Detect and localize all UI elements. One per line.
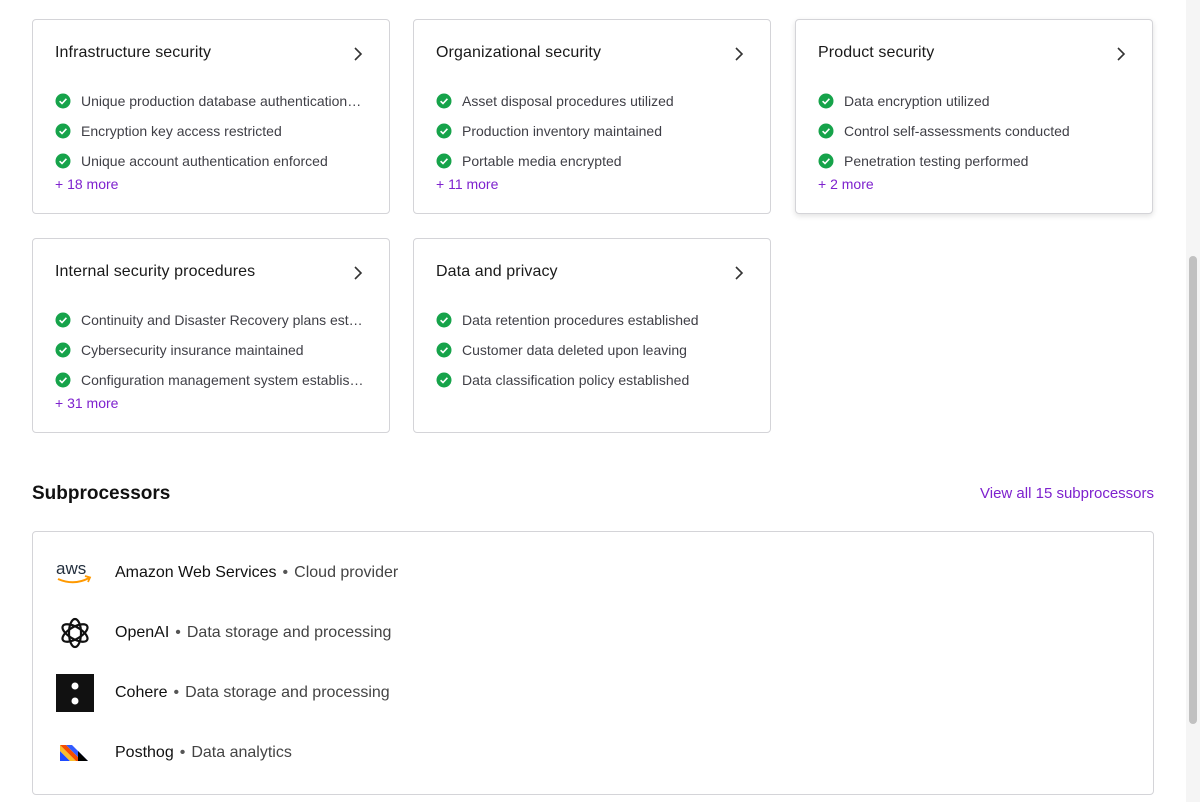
- check-circle-icon: [55, 372, 71, 388]
- check-circle-icon: [55, 312, 71, 328]
- subprocessor-description: Data storage and processing: [185, 684, 390, 701]
- subprocessor-name: Cohere: [115, 684, 168, 701]
- more-link[interactable]: + 11 more: [436, 176, 498, 192]
- check-circle-icon: [436, 93, 452, 109]
- subprocessors-list: aws Amazon Web Services • Cloud provider…: [32, 531, 1154, 795]
- list-item: Portable media encrypted: [436, 146, 752, 176]
- card-internal-security-procedures[interactable]: Internal security procedures Continuity …: [32, 238, 390, 433]
- card-infrastructure-security[interactable]: Infrastructure security Unique productio…: [32, 19, 390, 214]
- check-circle-icon: [55, 342, 71, 358]
- card-title: Organizational security: [436, 44, 602, 61]
- subprocessor-name: OpenAI: [115, 624, 170, 641]
- list-item-label: Penetration testing performed: [844, 153, 1029, 169]
- subprocessor-name: Amazon Web Services: [115, 564, 277, 581]
- cohere-logo-icon: [55, 673, 95, 713]
- card-product-security[interactable]: Product security Data encryption utilize…: [795, 19, 1153, 214]
- subprocessor-description: Data analytics: [191, 744, 292, 761]
- list-item-label: Data retention procedures established: [462, 312, 699, 328]
- svg-text:aws: aws: [56, 559, 86, 578]
- subprocessor-row-openai: OpenAI • Data storage and processing: [55, 613, 391, 653]
- list-item: Unique production database authenticatio…: [55, 86, 371, 116]
- chevron-right-icon: [1117, 47, 1126, 61]
- list-item: Control self-assessments conducted: [818, 116, 1134, 146]
- list-item: Data retention procedures established: [436, 305, 752, 335]
- scrollbar-thumb[interactable]: [1189, 256, 1197, 724]
- list-item-label: Control self-assessments conducted: [844, 123, 1070, 139]
- card-title: Infrastructure security: [55, 44, 212, 61]
- check-list: Continuity and Disaster Recovery plans e…: [55, 305, 371, 395]
- aws-logo-icon: aws: [55, 553, 95, 593]
- check-circle-icon: [436, 123, 452, 139]
- list-item: Production inventory maintained: [436, 116, 752, 146]
- card-title: Internal security procedures: [55, 263, 256, 280]
- chevron-right-icon: [735, 266, 744, 280]
- separator: •: [179, 744, 186, 761]
- list-item: Data encryption utilized: [818, 86, 1134, 116]
- list-item-label: Unique account authentication enforced: [81, 153, 328, 169]
- check-list: Data encryption utilized Control self-as…: [818, 86, 1134, 176]
- section-heading: Subprocessors: [32, 483, 171, 504]
- check-circle-icon: [818, 123, 834, 139]
- list-item-label: Production inventory maintained: [462, 123, 663, 139]
- list-item: Configuration management system establis…: [55, 365, 371, 395]
- subprocessor-description: Data storage and processing: [186, 624, 392, 641]
- list-item: Cybersecurity insurance maintained: [55, 335, 371, 365]
- subprocessor-name: Posthog: [115, 744, 174, 761]
- check-circle-icon: [436, 153, 452, 169]
- check-circle-icon: [818, 153, 834, 169]
- posthog-logo-icon: [55, 733, 95, 773]
- card-data-and-privacy[interactable]: Data and privacy Data retention procedur…: [413, 238, 771, 433]
- list-item-label: Cybersecurity insurance maintained: [81, 342, 304, 358]
- check-list: Asset disposal procedures utilized Produ…: [436, 86, 752, 176]
- check-circle-icon: [436, 342, 452, 358]
- list-item: Customer data deleted upon leaving: [436, 335, 752, 365]
- view-all-subprocessors-link[interactable]: View all 15 subprocessors: [980, 485, 1154, 502]
- list-item: Encryption key access restricted: [55, 116, 371, 146]
- list-item-label: Data classification policy established: [462, 372, 690, 388]
- card-title: Data and privacy: [436, 263, 558, 280]
- subprocessor-description: Cloud provider: [294, 564, 399, 581]
- list-item: Data classification policy established: [436, 365, 752, 395]
- separator: •: [175, 624, 181, 641]
- check-circle-icon: [436, 372, 452, 388]
- check-list: Data retention procedures established Cu…: [436, 305, 752, 395]
- check-list: Unique production database authenticatio…: [55, 86, 371, 176]
- subprocessor-row-aws: aws Amazon Web Services • Cloud provider: [55, 553, 398, 593]
- card-title: Product security: [818, 44, 935, 61]
- separator: •: [282, 564, 289, 581]
- list-item: Unique account authentication enforced: [55, 146, 371, 176]
- list-item: Penetration testing performed: [818, 146, 1134, 176]
- check-circle-icon: [55, 153, 71, 169]
- subprocessor-row-cohere: Cohere • Data storage and processing: [55, 673, 390, 713]
- chevron-right-icon: [354, 266, 363, 280]
- list-item-label: Encryption key access restricted: [81, 123, 282, 139]
- list-item-label: Customer data deleted upon leaving: [462, 342, 687, 358]
- more-link[interactable]: + 31 more: [55, 395, 118, 411]
- list-item: Continuity and Disaster Recovery plans e…: [55, 305, 371, 335]
- check-circle-icon: [818, 93, 834, 109]
- list-item-label: Data encryption utilized: [844, 93, 990, 109]
- more-link[interactable]: + 18 more: [55, 176, 118, 192]
- openai-logo-icon: [55, 613, 95, 653]
- chevron-right-icon: [735, 47, 744, 61]
- list-item-label: Configuration management system establis…: [81, 372, 364, 388]
- list-item-label: Asset disposal procedures utilized: [462, 93, 674, 109]
- card-organizational-security[interactable]: Organizational security Asset disposal p…: [413, 19, 771, 214]
- list-item-label: Unique production database authenticatio…: [81, 93, 362, 109]
- check-circle-icon: [436, 312, 452, 328]
- separator: •: [173, 684, 180, 701]
- check-circle-icon: [55, 123, 71, 139]
- list-item-label: Continuity and Disaster Recovery plans e…: [81, 312, 363, 328]
- list-item: Asset disposal procedures utilized: [436, 86, 752, 116]
- subprocessor-row-posthog: Posthog • Data analytics: [55, 733, 292, 773]
- more-link[interactable]: + 2 more: [818, 176, 874, 192]
- list-item-label: Portable media encrypted: [462, 153, 622, 169]
- chevron-right-icon: [354, 47, 363, 61]
- check-circle-icon: [55, 93, 71, 109]
